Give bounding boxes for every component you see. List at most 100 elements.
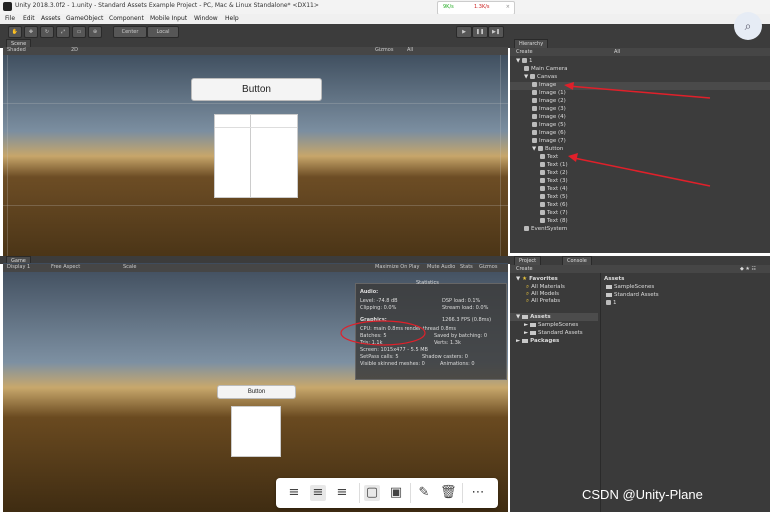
menu-help[interactable]: Help [225, 15, 239, 22]
favorites-all-prefabs[interactable]: ⌕ All Prefabs [526, 298, 560, 305]
hierarchy-item-label: EventSystem [531, 226, 568, 232]
play-button[interactable]: ▶ [456, 26, 472, 38]
menu-file[interactable]: File [5, 15, 15, 22]
scale-tool-icon[interactable]: ⤢ [56, 26, 70, 38]
assets-breadcrumb[interactable]: Assets [604, 276, 624, 282]
toolbar-separator [410, 483, 411, 503]
scene-view[interactable]: Button [3, 48, 508, 256]
hierarchy-item[interactable]: Image [532, 82, 556, 88]
frame-icon[interactable]: ▢ [364, 485, 380, 501]
unity-scene-icon [521, 58, 527, 63]
assets-tree-standard-assets[interactable]: ► Standard Assets [524, 330, 583, 336]
scale-slider[interactable]: Scale [123, 264, 136, 270]
toolbar-separator [462, 483, 463, 503]
window-title: Unity 2018.3.0f2 - 1.unity - Standard As… [15, 2, 319, 9]
asset-item-samplescenes[interactable]: SampleScenes [606, 284, 654, 290]
menu-gameobject[interactable]: GameObject [66, 15, 103, 22]
grid-line [3, 205, 508, 206]
scene-ui-button[interactable]: Button [191, 78, 322, 101]
asset-item-standard-assets[interactable]: Standard Assets [606, 292, 659, 298]
transform-tool-icon[interactable]: ⊕ [88, 26, 102, 38]
more-icon[interactable]: ⋯ [470, 485, 486, 501]
menu-edit[interactable]: Edit [23, 15, 35, 22]
hand-tool-icon[interactable]: ✋ [8, 26, 22, 38]
rotate-tool-icon[interactable]: ↻ [40, 26, 54, 38]
hierarchy-item[interactable]: ▼ Button [532, 146, 563, 152]
gameobject-icon [540, 210, 545, 215]
hierarchy-item-label: Text (8) [547, 218, 568, 224]
stats-visible-skinned: Visible skinned meshes: 0 [360, 361, 425, 367]
folder-icon [529, 322, 536, 327]
rect-tool-icon[interactable]: ▭ [72, 26, 86, 38]
net-speed-widget[interactable]: 9K/s 1.3K/s × [437, 1, 515, 15]
pivot-local-toggle[interactable]: Local [147, 26, 179, 38]
align-center-icon[interactable]: ≡ [310, 485, 326, 501]
hierarchy-create-button[interactable]: Create [516, 49, 533, 55]
pivot-center-toggle[interactable]: Center [113, 26, 147, 38]
grid-line [500, 48, 501, 256]
hierarchy-item[interactable]: EventSystem [524, 226, 567, 232]
move-tool-icon[interactable]: ✥ [24, 26, 38, 38]
project-create-button[interactable]: Create [516, 266, 533, 272]
scene-search[interactable]: All [407, 47, 413, 53]
hierarchy-item[interactable]: Text [540, 154, 558, 160]
star-icon: ★ [522, 276, 528, 282]
hierarchy-item-label: Text (6) [547, 202, 568, 208]
stats-stream-load: Stream load: 0.0% [442, 305, 489, 311]
asset-item-scene-1[interactable]: 1 [606, 300, 617, 306]
packages-tree-root[interactable]: ► Packages [516, 338, 559, 344]
close-icon[interactable]: × [506, 4, 510, 10]
menu-assets[interactable]: Assets [41, 15, 61, 22]
step-button[interactable]: ▶❚ [488, 26, 504, 38]
main-toolbar: ✋ ✥ ↻ ⤢ ▭ ⊕ Center Local [0, 24, 510, 38]
menu-component[interactable]: Component [109, 15, 144, 22]
favorites-all-models[interactable]: ⌕ All Models [526, 291, 559, 298]
gameobject-icon [532, 90, 537, 95]
align-left-icon[interactable]: ≡ [286, 485, 302, 501]
align-right-icon[interactable]: ≡ [334, 485, 350, 501]
maximize-on-play-toggle[interactable]: Maximize On Play [375, 264, 419, 270]
toolbar-separator [359, 483, 360, 503]
hierarchy-scene-root[interactable]: ▼ 1 [516, 58, 532, 64]
hierarchy-item[interactable]: ▼ Canvas [524, 74, 557, 80]
scene-image-panel[interactable] [214, 114, 298, 198]
menu-window[interactable]: Window [194, 15, 218, 22]
menu-mobile-input[interactable]: Mobile Input [150, 15, 187, 22]
stats-saved-batching: Saved by batching: 0 [434, 333, 488, 339]
assets-tree-root[interactable]: ▼ Assets [516, 314, 551, 320]
gameobject-icon [532, 106, 537, 111]
hierarchy-item-label: Text (5) [547, 194, 568, 200]
menu-bar: File Edit Assets GameObject Component Mo… [0, 14, 770, 24]
gameobject-icon [532, 82, 537, 87]
hierarchy-item[interactable]: Text (5) [540, 194, 568, 200]
stats-verts: Verts: 1.3k [434, 340, 461, 346]
assets-tree-samplescenes[interactable]: ► SampleScenes [524, 322, 578, 328]
hierarchy-search[interactable]: All [614, 49, 620, 55]
project-toolbar-icons[interactable]: ◆ ★ ☷ [740, 266, 756, 272]
2d-toggle[interactable]: 2D [71, 47, 78, 53]
hierarchy-item-label: Main Camera [531, 66, 568, 72]
favorites-header[interactable]: ▼ ★ Favorites [516, 276, 558, 282]
hierarchy-item[interactable]: Text (7) [540, 210, 568, 216]
gizmos-dropdown[interactable]: Gizmos [375, 47, 393, 53]
toolbar-right [510, 24, 770, 38]
display-dropdown[interactable]: Display 1 [7, 264, 30, 270]
trash-icon[interactable]: 🗑 [440, 485, 457, 501]
stats-toggle[interactable]: Stats [460, 264, 473, 270]
hierarchy-item[interactable]: Text (8) [540, 218, 568, 224]
mute-audio-toggle[interactable]: Mute Audio [427, 264, 455, 270]
watermark-text: CSDN @Unity-Plane [582, 487, 703, 502]
hierarchy-item[interactable]: Text (6) [540, 202, 568, 208]
shading-mode-dropdown[interactable]: Shaded [7, 47, 26, 53]
screenshot-camera-icon[interactable]: ⌕ [734, 12, 762, 40]
game-ui-button[interactable]: Button [217, 385, 296, 399]
grid-line [7, 48, 8, 256]
gameobject-icon [540, 154, 545, 159]
game-gizmos-dropdown[interactable]: Gizmos [479, 264, 497, 270]
pen-icon[interactable]: ✎ [416, 485, 432, 501]
pause-button[interactable]: ❚❚ [472, 26, 488, 38]
frame-caption-icon[interactable]: ▣ [388, 485, 404, 501]
favorites-all-materials[interactable]: ⌕ All Materials [526, 284, 565, 291]
hierarchy-item[interactable]: Main Camera [524, 66, 567, 72]
aspect-dropdown[interactable]: Free Aspect [51, 264, 80, 270]
